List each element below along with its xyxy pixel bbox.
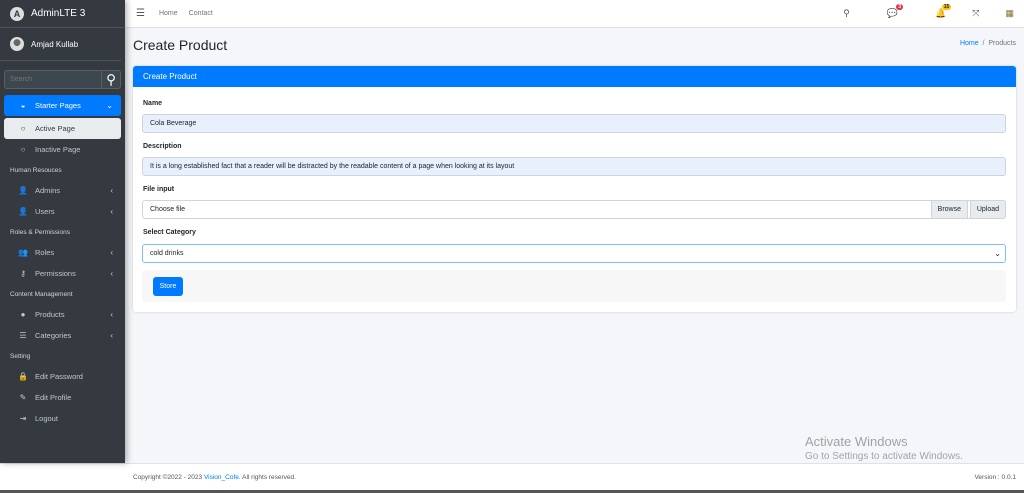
category-label: Select Category <box>143 229 196 236</box>
brand-text: AdminLTE 3 <box>31 8 86 19</box>
sidebar-header: Human Resouces <box>10 166 62 174</box>
circle-icon: ○ <box>20 124 26 133</box>
user-icon: 👤 <box>18 186 28 195</box>
breadcrumb-current: Products <box>988 40 1016 47</box>
label: Starter Pages <box>35 101 81 110</box>
user-icon: 👤 <box>18 207 28 216</box>
apple-icon: ● <box>20 310 26 319</box>
chevron-down-icon: ⌄ <box>106 101 113 110</box>
sidebar-item-products[interactable]: ● Products ‹ <box>4 304 121 325</box>
user-name: Amjad Kullab <box>31 39 79 49</box>
notifications-badge: 15 <box>941 4 952 10</box>
rights: All rights reserved. <box>242 473 296 481</box>
copyright: Copyright ©2022 - 2023 <box>133 473 203 481</box>
label: Edit Profile <box>35 393 72 402</box>
breadcrumb: Home / Products <box>959 40 1016 47</box>
sidebar-item-active-page[interactable]: ○ Active Page <box>4 118 121 139</box>
messages-button[interactable]: 💬 3 <box>876 4 904 19</box>
browse-button[interactable]: Browse <box>930 200 968 219</box>
label: Admins <box>35 186 61 195</box>
label: Users <box>35 207 55 216</box>
chevron-left-icon: ‹ <box>110 186 113 195</box>
sidebar: A AdminLTE 3 Amjad Kullab ⚲ ◒ Starter Page… <box>0 0 125 463</box>
sidebar-item-admins[interactable]: 👤 Admins ‹ <box>4 180 121 201</box>
key-icon: ⚷ <box>20 269 26 278</box>
sidebar-item-categories[interactable]: ☰ Categories ‹ <box>4 325 121 346</box>
chevron-left-icon: ‹ <box>110 207 113 216</box>
footer: Copyright ©2022 - 2023 Vision_Cofe. All … <box>0 463 1024 490</box>
company-link[interactable]: Vision_Cofe. <box>204 474 241 481</box>
name-input[interactable]: Cola Beverage <box>142 114 1006 133</box>
sidebar-item-users[interactable]: 👤 Users ‹ <box>4 201 121 222</box>
watermark-line1: Activate Windows <box>805 434 908 449</box>
search-button[interactable]: ⚲ <box>102 70 121 89</box>
breadcrumb-home[interactable]: Home <box>960 40 979 47</box>
chevron-left-icon: ‹ <box>110 331 113 340</box>
menu-toggle-icon[interactable]: ☰ <box>136 8 145 19</box>
sidebar-item-starter-pages[interactable]: ◒ Starter Pages ⌄ <box>4 95 121 116</box>
user-cog-icon: 👥 <box>18 248 28 257</box>
brand-link[interactable]: A AdminLTE 3 <box>0 0 125 28</box>
logo-icon: A <box>10 6 24 21</box>
lock-icon: 🔒 <box>18 372 28 381</box>
label: Categories <box>35 331 72 340</box>
fullscreen-icon[interactable]: ⤧ <box>972 8 979 19</box>
create-product-card: Create Product Name Cola Beverage Descri… <box>133 66 1016 312</box>
label: Logout <box>35 414 58 423</box>
label: Products <box>35 310 65 319</box>
notifications-button[interactable]: 🔔 15 <box>924 4 952 19</box>
category-select[interactable]: cold drinks ⌄ <box>142 244 1006 263</box>
description-input[interactable]: It is a long established fact that a rea… <box>142 157 1006 176</box>
user-panel[interactable]: Amjad Kullab <box>0 28 121 61</box>
dashboard-icon: ◒ <box>20 101 26 110</box>
watermark-line2: Go to Settings to activate Windows. <box>805 451 963 462</box>
card-title: Create Product <box>133 66 1016 87</box>
sidebar-item-inactive-page[interactable]: ○ Inactive Page <box>4 139 121 160</box>
sidebar-item-edit-profile[interactable]: ✎ Edit Profile <box>4 387 121 408</box>
category-value: cold drinks <box>150 250 184 257</box>
label: Inactive Page <box>35 145 81 154</box>
nav-home-link[interactable]: Home <box>159 10 178 17</box>
sidebar-header: Roles & Permissions <box>10 228 70 236</box>
file-input-label: File input <box>143 186 175 193</box>
label: Edit Password <box>35 372 83 381</box>
sidebar-item-permissions[interactable]: ⚷ Permissions ‹ <box>4 263 121 284</box>
label: Permissions <box>35 269 76 278</box>
avatar <box>10 37 24 51</box>
sidebar-item-roles[interactable]: 👥 Roles ‹ <box>4 242 121 263</box>
sidebar-search: ⚲ <box>4 70 121 89</box>
version: Version : 0.0.1 <box>974 473 1016 481</box>
apps-grid-icon[interactable]: ▦ <box>1005 8 1014 19</box>
chevron-left-icon: ‹ <box>110 310 113 319</box>
nav-contact-link[interactable]: Contact <box>189 10 213 17</box>
edit-icon: ✎ <box>19 393 27 402</box>
sign-out-icon: ⇥ <box>19 414 27 423</box>
chevron-left-icon: ‹ <box>110 248 113 257</box>
circle-icon: ○ <box>20 145 26 154</box>
sidebar-item-edit-password[interactable]: 🔒 Edit Password <box>4 366 121 387</box>
messages-badge: 3 <box>896 4 904 10</box>
sidebar-header: Setting <box>10 352 31 360</box>
sidebar-header: Content Management <box>10 290 73 298</box>
upload-button[interactable]: Upload <box>969 200 1006 219</box>
top-navbar: ☰ Home Contact ⚲ 💬 3 🔔 15 ⤧ ▦ <box>125 0 1024 28</box>
layers-icon: ☰ <box>19 331 27 340</box>
sidebar-item-logout[interactable]: ⇥ Logout <box>4 408 121 429</box>
search-icon: ⚲ <box>106 71 116 87</box>
store-button[interactable]: Store <box>153 277 183 296</box>
chevron-down-icon: ⌄ <box>994 249 1001 258</box>
chevron-left-icon: ‹ <box>110 269 113 278</box>
search-input[interactable] <box>4 70 102 89</box>
label: Roles <box>35 248 55 257</box>
card-footer: Store <box>142 270 1006 302</box>
description-label: Description <box>143 143 182 150</box>
search-icon[interactable]: ⚲ <box>843 8 850 19</box>
windows-watermark: Activate Windows Go to Settings to activa… <box>805 434 963 462</box>
name-label: Name <box>143 100 163 107</box>
file-input[interactable]: Choose file Browse Upload <box>142 200 1006 219</box>
label: Active Page <box>35 124 76 133</box>
file-placeholder: Choose file <box>150 206 186 213</box>
page-title: Create Product <box>133 37 228 53</box>
